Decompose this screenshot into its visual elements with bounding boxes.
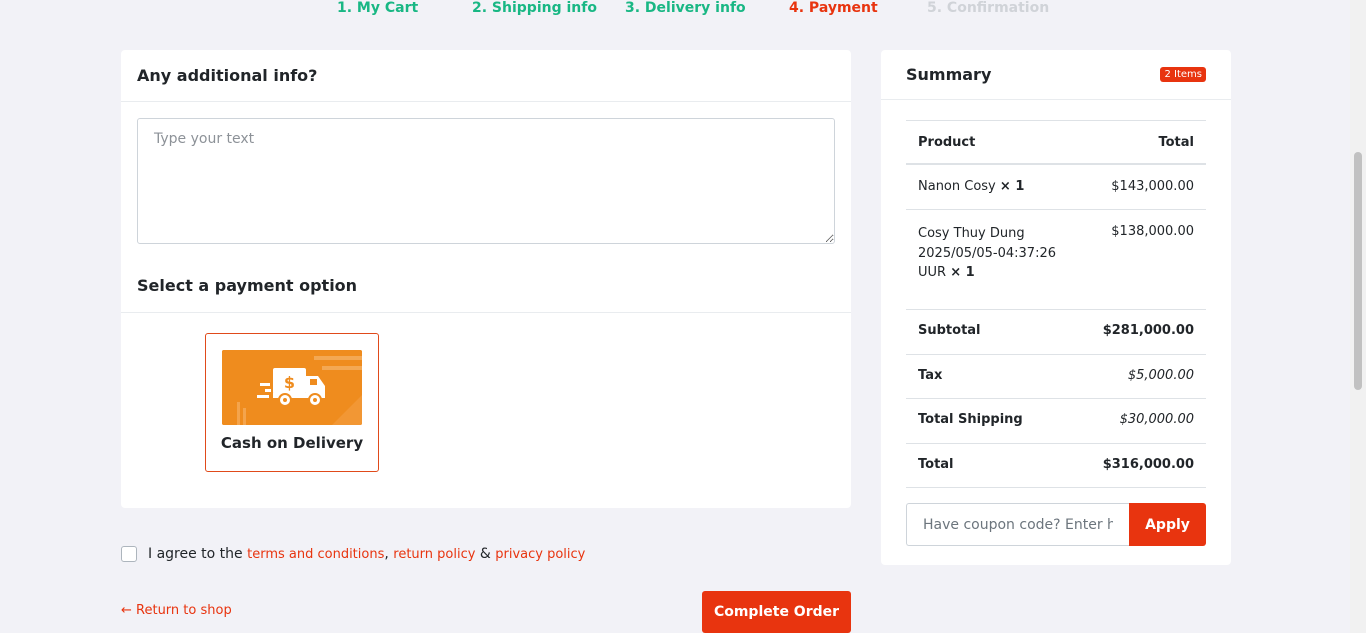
payment-option-title: Select a payment option: [137, 276, 358, 295]
product-price: $143,000.00: [1111, 179, 1194, 194]
divider: [121, 101, 851, 102]
step-confirmation: 5. Confirmation: [927, 0, 1050, 16]
column-product: Product: [918, 135, 976, 150]
subtotal-value: $281,000.00: [1102, 323, 1194, 338]
step-my-cart[interactable]: 1. My Cart: [337, 0, 418, 16]
additional-info-title: Any additional info?: [137, 66, 318, 85]
agree-prefix: I agree to the: [148, 546, 243, 562]
item-count-badge: 2 Items: [1160, 67, 1206, 82]
summary-title: Summary: [906, 65, 992, 84]
total-value: $316,000.00: [1102, 456, 1194, 472]
shipping-label: Total Shipping: [918, 412, 1023, 427]
delivery-truck-dollar-icon: $: [222, 350, 362, 425]
checkout-steps: 1. My Cart 2. Shipping info 3. Delivery …: [0, 0, 1350, 20]
product-name: Cosy Thuy Dung 2025/05/05-04:37:26 UUR: [918, 226, 1057, 280]
total-row: Total $316,000.00: [906, 444, 1206, 488]
tax-value: $5,000.00: [1127, 367, 1194, 383]
shipping-row: Total Shipping $30,000.00: [906, 399, 1206, 444]
summary-table: Product Total Nanon Cosy × 1 $143,000.00…: [906, 120, 1206, 488]
scrollbar-thumb[interactable]: [1354, 152, 1362, 390]
coupon-input[interactable]: [906, 503, 1129, 546]
divider: [121, 312, 851, 313]
cash-on-delivery-label: Cash on Delivery: [220, 434, 364, 452]
shipping-value: $30,000.00: [1119, 412, 1194, 427]
product-qty: × 1: [999, 179, 1025, 194]
product-price: $138,000.00: [1111, 224, 1194, 239]
subtotal-row: Subtotal $281,000.00: [906, 310, 1206, 355]
divider: [881, 99, 1231, 100]
table-row: Cosy Thuy Dung 2025/05/05-04:37:26 UUR ×…: [906, 210, 1206, 310]
column-total: Total: [1158, 135, 1194, 150]
terms-link[interactable]: terms and conditions: [247, 547, 384, 562]
tax-row: Tax $5,000.00: [906, 355, 1206, 399]
return-to-shop-link[interactable]: ← Return to shop: [121, 603, 232, 618]
tax-label: Tax: [918, 367, 943, 383]
order-summary-card: Summary 2 Items Product Total Nanon Cosy…: [881, 50, 1231, 565]
payment-details-card: Any additional info? Select a payment op…: [121, 50, 851, 508]
complete-order-button[interactable]: Complete Order: [702, 591, 851, 633]
subtotal-label: Subtotal: [918, 323, 981, 338]
table-row: Nanon Cosy × 1 $143,000.00: [906, 165, 1206, 210]
apply-coupon-button[interactable]: Apply: [1129, 503, 1206, 546]
svg-text:$: $: [284, 373, 295, 392]
total-label: Total: [918, 456, 954, 472]
table-header: Product Total: [906, 120, 1206, 165]
agree-checkbox[interactable]: [121, 546, 137, 562]
step-payment: 4. Payment: [789, 0, 878, 16]
product-name: Nanon Cosy: [918, 179, 996, 194]
product-qty: × 1: [950, 265, 975, 280]
additional-info-textarea[interactable]: [137, 118, 835, 244]
step-delivery-info[interactable]: 3. Delivery info: [625, 0, 746, 16]
page-scrollbar[interactable]: [1350, 0, 1366, 633]
privacy-policy-link[interactable]: privacy policy: [495, 547, 585, 562]
step-shipping-info[interactable]: 2. Shipping info: [472, 0, 597, 16]
cash-on-delivery-option[interactable]: $ Cash on Delivery: [205, 333, 379, 472]
return-policy-link[interactable]: return policy: [393, 547, 475, 562]
